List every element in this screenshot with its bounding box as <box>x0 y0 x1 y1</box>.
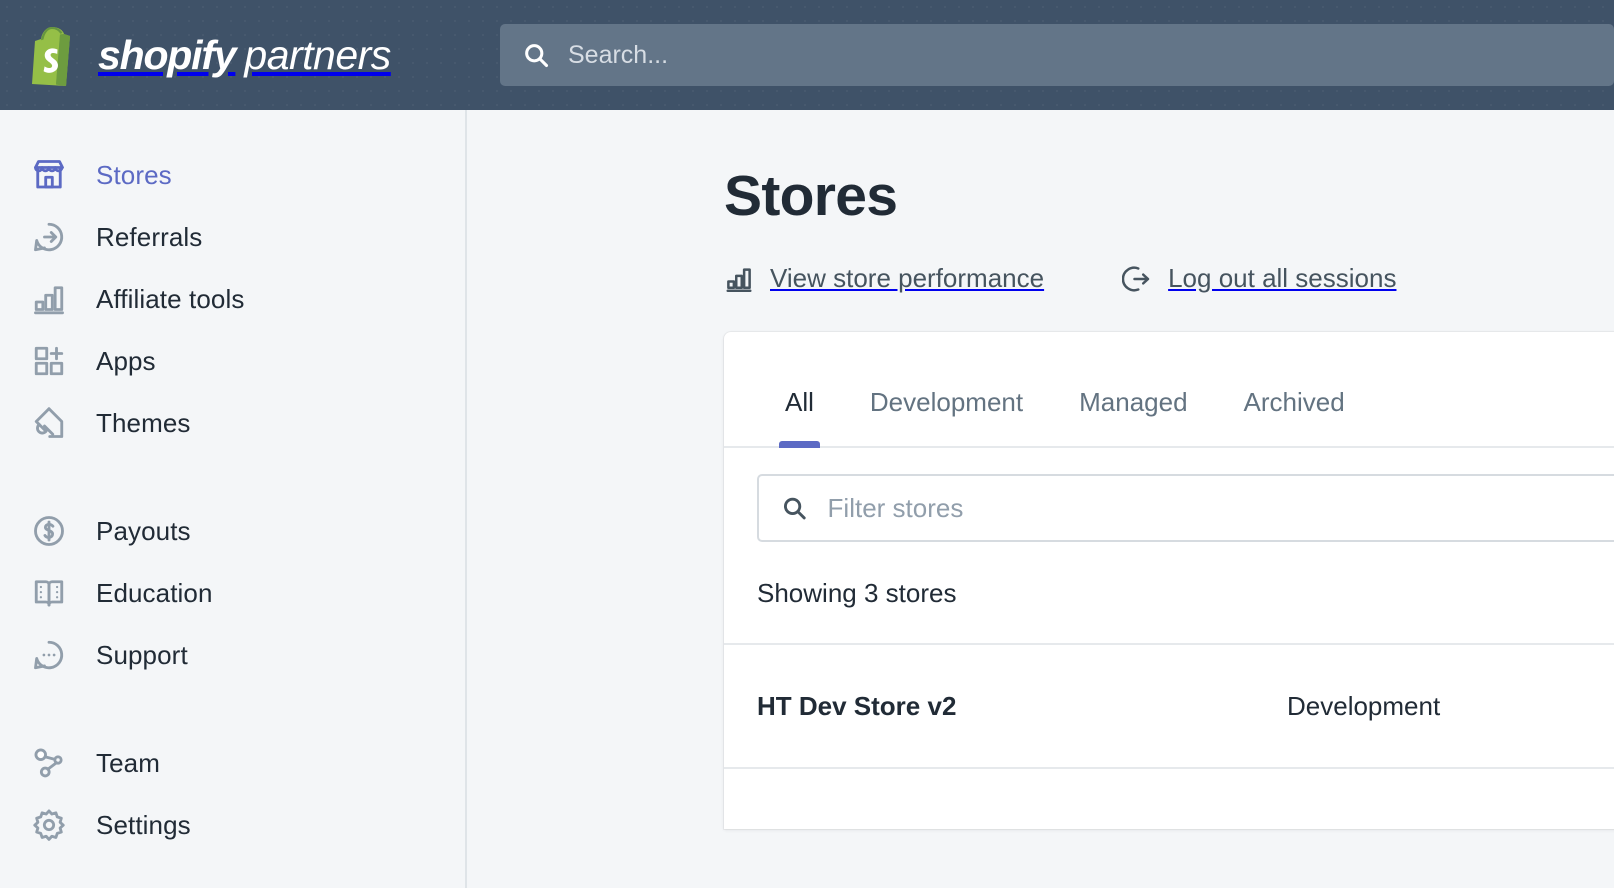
store-type: Development <box>1287 690 1441 721</box>
sidebar-item-label: Referrals <box>96 221 203 252</box>
page-actions: View store performance Log out all sessi… <box>724 263 1614 294</box>
shopify-bag-icon <box>32 27 70 86</box>
shopify-partners-logo[interactable]: shopify partners <box>0 0 466 110</box>
sidebar-item-label: Team <box>96 747 160 778</box>
action-label: View store performance <box>770 263 1045 293</box>
sidebar-item-label: Apps <box>96 345 156 376</box>
sidebar: Stores Referrals Affiliate tools Apps Th… <box>0 110 467 888</box>
stores-tabs: All Development Managed Archived <box>724 332 1614 448</box>
app-root: shopify partners Search... Stores Referr… <box>0 0 1614 888</box>
bar-chart-icon <box>28 278 70 320</box>
sidebar-divider-gap-2 <box>0 686 465 732</box>
tab-archived[interactable]: Archived <box>1216 387 1373 446</box>
search-input[interactable] <box>568 40 1592 70</box>
search-icon <box>525 44 549 68</box>
filter-row <box>724 448 1614 542</box>
sidebar-item-label: Affiliate tools <box>96 283 245 314</box>
stores-card: All Development Managed Archived Showing… <box>724 332 1614 829</box>
logo-partners-text: partners <box>244 31 391 78</box>
search-wrapper <box>500 24 1614 86</box>
showing-count: Showing 3 stores <box>724 542 1614 645</box>
view-store-performance-link[interactable]: View store performance <box>724 263 1044 294</box>
sidebar-item-stores[interactable]: Stores <box>0 144 465 206</box>
tab-all[interactable]: All <box>757 387 842 448</box>
store-name: HT Dev Store v2 <box>757 690 957 721</box>
sidebar-item-label: Support <box>96 639 188 670</box>
sidebar-item-label: Payouts <box>96 515 191 546</box>
action-label: Log out all sessions <box>1168 263 1397 293</box>
main-content: Stores View store performance Log out al… <box>469 110 1614 888</box>
gear-icon <box>28 804 70 846</box>
chat-arrow-icon <box>28 216 70 258</box>
tab-managed[interactable]: Managed <box>1051 387 1215 446</box>
sidebar-item-label: Stores <box>96 159 172 190</box>
sidebar-item-support[interactable]: Support <box>0 624 465 686</box>
table-row[interactable]: HT Dev Store v2 Development <box>724 645 1614 769</box>
sidebar-item-affiliate-tools[interactable]: Affiliate tools <box>0 268 465 330</box>
page-header: Stores View store performance Log out al… <box>469 110 1614 294</box>
open-book-icon <box>28 572 70 614</box>
logout-icon <box>1122 266 1150 291</box>
sidebar-item-apps[interactable]: Apps <box>0 330 465 392</box>
page-title: Stores <box>724 164 898 228</box>
chat-dots-icon <box>28 634 70 676</box>
sidebar-item-education[interactable]: Education <box>0 562 465 624</box>
sidebar-item-team[interactable]: Team <box>0 732 465 794</box>
sidebar-item-payouts[interactable]: Payouts <box>0 500 465 562</box>
global-search-box[interactable] <box>500 24 1614 86</box>
sidebar-item-label: Education <box>96 577 213 608</box>
team-nodes-icon <box>28 742 70 784</box>
dollar-circle-icon <box>28 510 70 552</box>
filter-stores-box[interactable] <box>757 474 1614 542</box>
table-row-partial[interactable] <box>724 769 1614 829</box>
apps-plus-icon <box>28 340 70 382</box>
sidebar-item-label: Themes <box>96 407 191 438</box>
sidebar-item-label: Settings <box>96 809 191 840</box>
filter-stores-input[interactable] <box>827 492 1614 524</box>
paintbrush-icon <box>28 402 70 444</box>
sidebar-divider-gap <box>0 454 465 500</box>
logo-wordmark: shopify partners <box>98 32 391 79</box>
logo-shopify-text: shopify <box>98 31 237 78</box>
tab-development[interactable]: Development <box>842 387 1051 446</box>
sidebar-item-referrals[interactable]: Referrals <box>0 206 465 268</box>
bar-chart-icon <box>726 267 752 292</box>
sidebar-item-themes[interactable]: Themes <box>0 392 465 454</box>
search-icon <box>783 497 806 520</box>
log-out-all-sessions-link[interactable]: Log out all sessions <box>1122 263 1396 294</box>
storefront-icon <box>28 154 70 196</box>
top-bar: shopify partners <box>0 0 1614 110</box>
sidebar-item-settings[interactable]: Settings <box>0 794 465 856</box>
